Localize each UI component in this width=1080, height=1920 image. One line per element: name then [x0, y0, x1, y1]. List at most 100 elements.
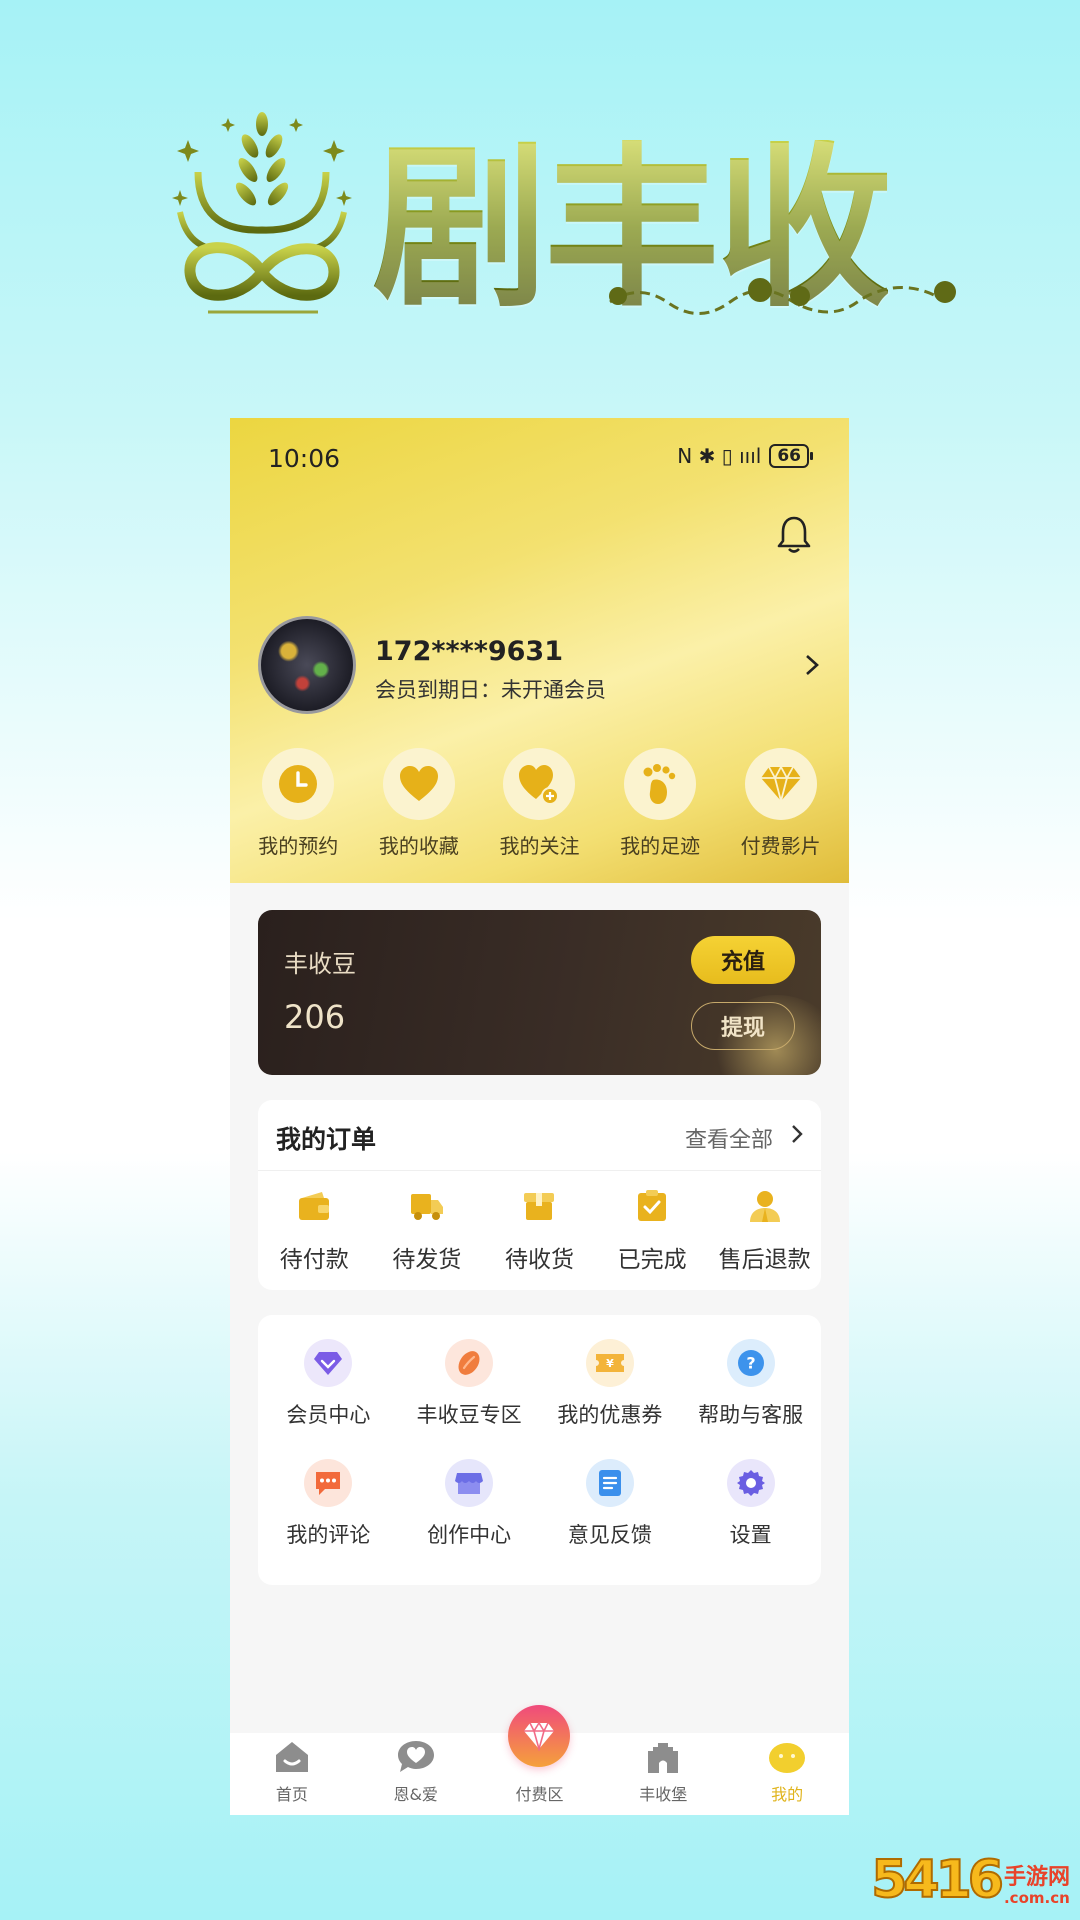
status-time: 10:06 — [268, 444, 341, 473]
nav-home[interactable]: 首页 — [237, 1739, 347, 1805]
heart-icon — [399, 766, 438, 801]
chevron-right-icon[interactable] — [805, 654, 819, 676]
order-pending-receipt[interactable]: 待收货 — [487, 1188, 592, 1274]
avatar[interactable] — [258, 616, 356, 714]
paid-zone-button[interactable] — [508, 1705, 571, 1767]
footprint-icon — [643, 764, 676, 804]
service-settings[interactable]: 设置 — [680, 1459, 821, 1549]
chevron-right-icon[interactable] — [791, 1124, 803, 1144]
clipboard-check-icon — [638, 1190, 667, 1221]
order-status-label: 待收货 — [504, 1247, 574, 1273]
nav-castle[interactable]: 丰收堡 — [608, 1739, 718, 1805]
help-icon: ? — [737, 1350, 764, 1376]
face-icon — [769, 1743, 806, 1773]
service-label: 我的评论 — [286, 1523, 371, 1547]
package-icon — [524, 1193, 555, 1220]
watermark-logo: 5416 手游网 .com.cn — [870, 1850, 1070, 1910]
service-label: 意见反馈 — [567, 1523, 652, 1547]
service-label: 创作中心 — [427, 1523, 512, 1547]
beans-balance: 206 — [284, 998, 346, 1036]
castle-icon — [648, 1743, 679, 1773]
order-status-label: 售后退款 — [718, 1247, 811, 1273]
quick-action-reservation[interactable]: 我的预约 — [241, 748, 356, 859]
gem-icon — [524, 1721, 555, 1751]
withdraw-button[interactable]: 提现 — [691, 1002, 795, 1050]
member-diamond-icon — [314, 1352, 343, 1375]
profile-header: 10:06 N ✱ ▯ ıııl 66 172****9631 会员到期日：未开… — [230, 418, 849, 883]
battery-icon: 66 — [769, 444, 813, 468]
user-phone-number: 172****9631 — [375, 636, 563, 667]
quick-action-label: 我的关注 — [499, 834, 580, 858]
service-label: 帮助与客服 — [698, 1403, 804, 1427]
status-signal-icons: N ✱ ▯ ıııl — [677, 444, 762, 468]
quick-action-favorites[interactable]: 我的收藏 — [361, 748, 476, 859]
phone-screen: 10:06 N ✱ ▯ ıııl 66 172****9631 会员到期日：未开… — [230, 418, 849, 1815]
watermark-number: 5416 — [870, 1850, 1005, 1910]
nav-label: 我的 — [771, 1785, 804, 1804]
service-member-center[interactable]: 会员中心 — [258, 1339, 399, 1429]
service-label: 设置 — [729, 1523, 772, 1547]
store-icon — [455, 1473, 484, 1494]
order-pending-shipment[interactable]: 待发货 — [374, 1188, 479, 1274]
quick-action-footprints[interactable]: 我的足迹 — [603, 748, 718, 859]
nav-mine[interactable]: 我的 — [732, 1739, 842, 1805]
quick-action-label: 我的预约 — [258, 834, 339, 858]
service-feedback[interactable]: 意见反馈 — [540, 1459, 681, 1549]
home-icon — [275, 1742, 308, 1772]
service-label: 丰收豆专区 — [416, 1403, 522, 1427]
quick-actions: 我的预约 我的收藏 我的关注 我的足迹 付费影片 — [230, 748, 849, 859]
heart-plus-icon — [519, 765, 560, 805]
gear-icon — [736, 1470, 765, 1496]
clock-icon — [279, 765, 318, 803]
orders-title: 我的订单 — [276, 1125, 377, 1154]
bean-icon — [458, 1351, 480, 1375]
order-status-label: 已完成 — [617, 1247, 687, 1273]
service-creation-center[interactable]: 创作中心 — [399, 1459, 540, 1549]
service-coupons[interactable]: ¥ 我的优惠券 — [540, 1339, 681, 1429]
quick-action-label: 我的收藏 — [378, 834, 459, 858]
wallet-icon — [299, 1192, 330, 1220]
view-all-orders-link[interactable]: 查看全部 — [685, 1122, 773, 1154]
recharge-button[interactable]: 充值 — [691, 936, 795, 984]
truck-icon — [410, 1194, 443, 1220]
comment-icon — [316, 1472, 341, 1495]
service-person-icon — [749, 1191, 780, 1222]
order-pending-payment[interactable]: 待付款 — [262, 1188, 367, 1274]
membership-status: 会员到期日：未开通会员 — [375, 678, 606, 702]
status-icons: N ✱ ▯ ıııl 66 — [677, 444, 813, 468]
coupon-icon: ¥ — [595, 1354, 624, 1372]
beans-card: 丰收豆 206 充值 提现 — [258, 910, 821, 1075]
quick-action-paid-films[interactable]: 付费影片 — [723, 748, 838, 859]
orders-card: 我的订单 查看全部 待付款 待发货 待收货 已完成 售后退款 — [258, 1100, 821, 1290]
bell-icon[interactable] — [777, 514, 811, 554]
quick-action-label: 我的足迹 — [620, 834, 701, 858]
nav-label: 首页 — [275, 1785, 308, 1804]
order-after-sales[interactable]: 售后退款 — [712, 1188, 817, 1274]
beans-title: 丰收豆 — [284, 950, 356, 978]
services-grid: 会员中心 丰收豆专区 ¥ 我的优惠券 ? 帮助与客服 我的评论 创作中心 意见反… — [258, 1339, 821, 1549]
service-label: 我的优惠券 — [557, 1403, 663, 1427]
nav-paid-zone[interactable]: 付费区 — [484, 1705, 594, 1805]
order-status-label: 待付款 — [279, 1247, 349, 1273]
services-card: 会员中心 丰收豆专区 ¥ 我的优惠券 ? 帮助与客服 我的评论 创作中心 意见反… — [258, 1315, 821, 1585]
nav-love[interactable]: 恩&爱 — [361, 1739, 471, 1805]
logo-emblem-icon — [172, 112, 352, 314]
service-comments[interactable]: 我的评论 — [258, 1459, 399, 1549]
bottom-nav: 首页 恩&爱 付费区 丰收堡 我的 — [230, 1705, 849, 1815]
quick-action-following[interactable]: 我的关注 — [482, 748, 597, 859]
order-completed[interactable]: 已完成 — [600, 1188, 705, 1274]
service-beans-zone[interactable]: 丰收豆专区 — [399, 1339, 540, 1429]
diamond-icon — [760, 765, 801, 803]
order-status-label: 待发货 — [392, 1247, 462, 1273]
feedback-icon — [598, 1470, 621, 1496]
svg-text:?: ? — [746, 1354, 755, 1373]
watermark-site-name: 手游网 — [1003, 1865, 1070, 1890]
nav-label: 付费区 — [515, 1785, 564, 1804]
quick-action-label: 付费影片 — [740, 834, 821, 858]
chat-heart-icon — [397, 1741, 434, 1772]
vine-decoration-icon — [609, 278, 956, 315]
service-help[interactable]: ? 帮助与客服 — [680, 1339, 821, 1429]
watermark-domain: .com.cn — [1003, 1889, 1070, 1907]
order-status-row: 待付款 待发货 待收货 已完成 售后退款 — [258, 1188, 821, 1274]
service-label: 会员中心 — [286, 1403, 371, 1427]
